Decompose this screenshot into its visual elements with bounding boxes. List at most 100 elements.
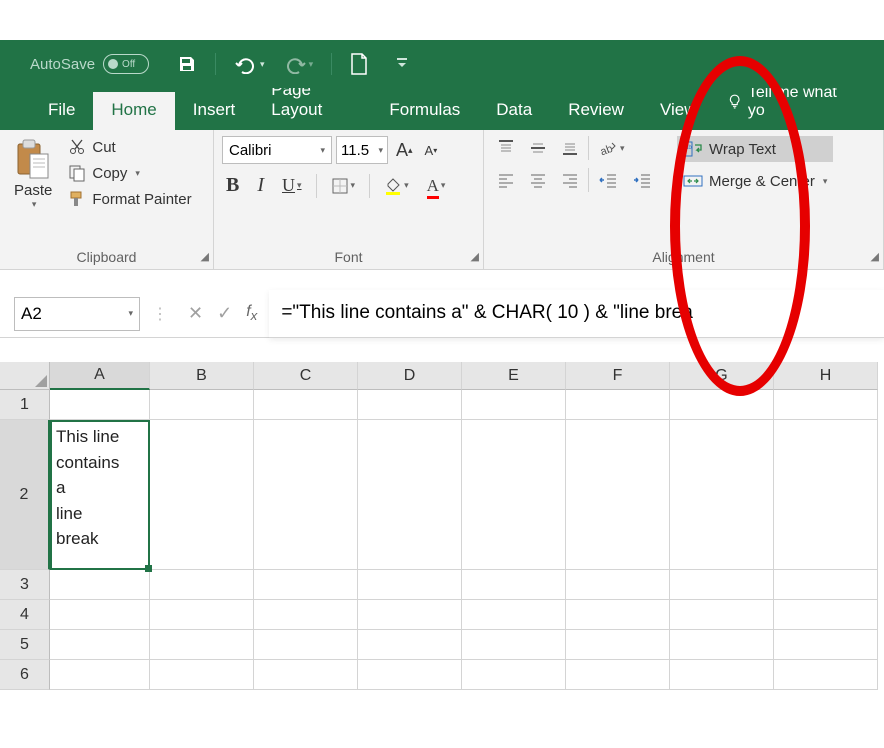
cell[interactable] [774, 630, 878, 660]
cell[interactable] [462, 420, 566, 570]
row-header[interactable]: 4 [0, 600, 50, 630]
increase-indent-button[interactable] [627, 168, 657, 192]
undo-icon[interactable]: ▾ [234, 54, 265, 74]
cell[interactable] [670, 660, 774, 690]
dialog-launcher-icon[interactable]: ◢ [201, 250, 209, 263]
decrease-font-button[interactable]: A▾ [421, 141, 442, 160]
font-color-button[interactable]: A ▾ [423, 173, 450, 198]
column-header[interactable]: F [566, 362, 670, 390]
cell[interactable] [462, 570, 566, 600]
increase-font-button[interactable]: A▴ [392, 138, 417, 163]
cell[interactable] [50, 660, 150, 690]
cell[interactable] [150, 570, 254, 600]
row-header[interactable]: 5 [0, 630, 50, 660]
font-size-select[interactable]: 11.5 ▾ [336, 136, 388, 164]
bold-button[interactable]: B [222, 172, 243, 199]
fx-icon[interactable]: fx [246, 303, 257, 323]
cell[interactable] [358, 420, 462, 570]
dialog-launcher-icon[interactable]: ◢ [471, 250, 479, 263]
save-icon[interactable] [177, 54, 197, 74]
tab-formulas[interactable]: Formulas [371, 92, 478, 130]
cell[interactable] [50, 630, 150, 660]
cell[interactable] [358, 630, 462, 660]
qat-customize-icon[interactable] [396, 57, 408, 71]
enter-icon[interactable]: ✓ [217, 303, 232, 324]
cell[interactable] [774, 390, 878, 420]
cell[interactable] [150, 630, 254, 660]
cancel-icon[interactable]: ✕ [188, 303, 203, 324]
orientation-button[interactable]: ab▾ [593, 136, 630, 160]
column-header[interactable]: H [774, 362, 878, 390]
tab-data[interactable]: Data [478, 92, 550, 130]
cell[interactable] [254, 570, 358, 600]
cell[interactable] [462, 390, 566, 420]
copy-button[interactable]: Copy ▾ [64, 162, 195, 184]
cell[interactable] [670, 630, 774, 660]
fill-color-button[interactable]: ▾ [380, 174, 413, 198]
cell[interactable] [566, 420, 670, 570]
cell[interactable] [462, 660, 566, 690]
column-header[interactable]: B [150, 362, 254, 390]
format-painter-button[interactable]: Format Painter [64, 188, 195, 210]
cell-selected[interactable]: This line contains a line break [50, 420, 150, 570]
cut-button[interactable]: Cut [64, 136, 195, 158]
align-middle-button[interactable] [524, 136, 552, 160]
cell[interactable] [358, 390, 462, 420]
cell[interactable] [254, 630, 358, 660]
cell[interactable] [254, 660, 358, 690]
row-header[interactable]: 6 [0, 660, 50, 690]
cell[interactable] [254, 420, 358, 570]
cell[interactable] [358, 660, 462, 690]
tab-insert[interactable]: Insert [175, 92, 254, 130]
column-header[interactable]: C [254, 362, 358, 390]
paste-button[interactable]: Paste ▾ [8, 136, 58, 212]
wrap-text-button[interactable]: ab Wrap Text [677, 136, 833, 162]
italic-button[interactable]: I [253, 172, 268, 199]
cell[interactable] [566, 570, 670, 600]
underline-button[interactable]: U▾ [278, 173, 306, 198]
select-all-corner[interactable] [0, 362, 50, 390]
autosave-control[interactable]: AutoSave Off [30, 54, 149, 74]
row-header[interactable]: 1 [0, 390, 50, 420]
cell[interactable] [774, 660, 878, 690]
tab-home[interactable]: Home [93, 92, 174, 130]
align-right-button[interactable] [556, 168, 584, 192]
row-header[interactable]: 2 [0, 420, 50, 570]
column-header[interactable]: E [462, 362, 566, 390]
redo-icon[interactable]: ▾ [283, 54, 314, 74]
fill-handle[interactable] [145, 565, 152, 572]
tab-view[interactable]: View [642, 92, 715, 130]
cell[interactable] [670, 600, 774, 630]
cell[interactable] [150, 390, 254, 420]
cell[interactable] [566, 630, 670, 660]
align-top-button[interactable] [492, 136, 520, 160]
column-header[interactable]: D [358, 362, 462, 390]
font-name-select[interactable]: Calibri ▾ [222, 136, 332, 164]
cell[interactable] [670, 420, 774, 570]
borders-button[interactable]: ▾ [327, 175, 360, 197]
align-center-button[interactable] [524, 168, 552, 192]
merge-center-button[interactable]: Merge & Center ▾ [677, 168, 833, 194]
decrease-indent-button[interactable] [593, 168, 623, 192]
align-bottom-button[interactable] [556, 136, 584, 160]
name-box[interactable]: A2 ▾ [14, 297, 140, 331]
column-header[interactable]: G [670, 362, 774, 390]
cell[interactable] [254, 600, 358, 630]
tab-file[interactable]: File [30, 92, 93, 130]
cell[interactable] [566, 600, 670, 630]
cell[interactable] [566, 660, 670, 690]
cell[interactable] [150, 420, 254, 570]
cell[interactable] [150, 600, 254, 630]
cell[interactable] [50, 390, 150, 420]
cell[interactable] [358, 570, 462, 600]
cell[interactable] [50, 600, 150, 630]
cell[interactable] [774, 570, 878, 600]
align-left-button[interactable] [492, 168, 520, 192]
cell[interactable] [566, 390, 670, 420]
new-file-icon[interactable] [350, 53, 368, 75]
autosave-toggle[interactable]: Off [103, 54, 149, 74]
cell[interactable] [462, 600, 566, 630]
cell[interactable] [774, 600, 878, 630]
cell[interactable] [774, 420, 878, 570]
cell[interactable] [254, 390, 358, 420]
